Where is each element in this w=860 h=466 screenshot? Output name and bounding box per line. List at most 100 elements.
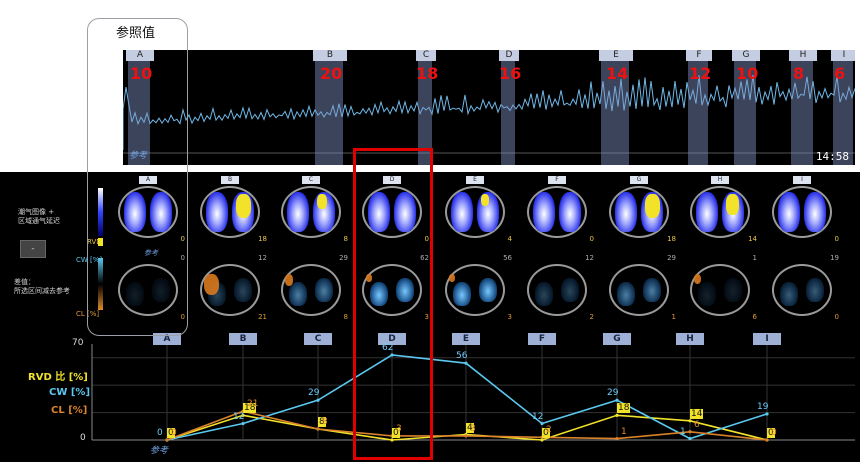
label-cl-c: 8 [322, 417, 328, 428]
tidal-image-b[interactable]: B 18 [192, 174, 268, 244]
label-cw-e: 56 [456, 351, 468, 362]
cl-region [366, 274, 372, 283]
lung-left [287, 192, 309, 232]
phase-tab-d[interactable]: D [499, 50, 519, 61]
point-cl-e [464, 434, 468, 438]
cw-value: 29 [339, 254, 348, 262]
lung-left [124, 192, 146, 232]
tidal-image-e[interactable]: E4 [437, 174, 513, 244]
impedance-trace-panel[interactable]: A 10 B 20 C 18 D 16 E 14 F 12 G 10 H 8 I 6 参考 14:58 [123, 50, 855, 165]
phase-tab-c[interactable]: C [416, 50, 436, 61]
rvd-value: 4 [507, 235, 512, 243]
difference-image-e[interactable]: 56 3 [437, 252, 513, 322]
rvd-region [481, 194, 489, 206]
point-rvd-g [615, 413, 619, 417]
phase-tab-f[interactable]: F [686, 50, 712, 61]
x-tick-g[interactable]: G [603, 333, 631, 345]
cl-region [694, 274, 701, 285]
difference-image-b[interactable]: 12 21 [192, 252, 268, 322]
point-cl-g [615, 437, 619, 441]
rvd-value: 8 [343, 235, 348, 243]
image-tab-c: C [302, 176, 320, 184]
tidal-image-d[interactable]: D0 [354, 174, 430, 244]
phase-tab-i[interactable]: I [831, 50, 855, 61]
cl-region [204, 274, 219, 295]
phase-tab-g[interactable]: G [732, 50, 760, 61]
x-tick-a[interactable]: A [153, 333, 181, 345]
image-tab-g: G [630, 176, 648, 184]
chart-plot-area [91, 344, 855, 442]
point-cw-f [540, 421, 544, 426]
point-cl-h [688, 430, 692, 434]
tidal-image-i[interactable]: I0 [764, 174, 840, 244]
cw-value: 62 [420, 254, 429, 262]
x-tick-b[interactable]: B [229, 333, 257, 345]
rvd-region [726, 194, 739, 215]
label-rvd-h: 14 [690, 408, 704, 419]
minus-button[interactable]: - [20, 240, 46, 258]
tidal-image-a[interactable]: A0 [110, 174, 186, 244]
x-tick-e[interactable]: E [452, 333, 480, 345]
cl-value: 21 [258, 313, 267, 321]
difference-image-a[interactable]: 00 [110, 252, 186, 322]
tidal-image-label: 潮气图像 + 区域通气延迟 [18, 208, 60, 225]
rvd-value: 14 [748, 235, 757, 243]
phase-value-e: 14 [606, 64, 629, 83]
cl-value: 3 [507, 313, 512, 321]
cl-region [449, 274, 455, 283]
cw-value: 19 [830, 254, 839, 262]
image-tab-h: H [711, 176, 729, 184]
difference-image-c[interactable]: 29 8 [273, 252, 349, 322]
difference-image-i[interactable]: 19 0 [764, 252, 840, 322]
cw-region [479, 278, 497, 302]
label-rvd-g: 18 [617, 403, 631, 414]
x-tick-c[interactable]: C [304, 333, 332, 345]
point-cw-h [688, 437, 692, 441]
cw-region [453, 282, 471, 306]
eit-image-panel: 潮气图像 + 区域通气延迟 - 差值： 所选区间减去参考 RVD CW [%] … [0, 172, 860, 338]
label-cw-h: 1 [680, 426, 686, 437]
lung-left [778, 192, 800, 232]
label-cl-e: 3 [470, 423, 476, 434]
difference-image-d[interactable]: 62 3 [354, 252, 430, 322]
image-tab-e: E [466, 176, 484, 184]
reference-marker: 参考 [129, 151, 148, 161]
lung-left [206, 192, 228, 232]
x-tick-i[interactable]: I [753, 333, 781, 345]
cw-region [234, 278, 252, 302]
phase-tab-h[interactable]: H [789, 50, 817, 61]
point-cw-e [464, 361, 468, 365]
rvd-value: 18 [667, 235, 676, 243]
x-tick-f[interactable]: F [528, 333, 556, 345]
tidal-image-g[interactable]: G 18 [601, 174, 677, 244]
cw-region [617, 282, 635, 306]
cl-value: 1 [671, 313, 676, 321]
difference-image-g[interactable]: 29 1 [601, 252, 677, 322]
difference-label: 差值： 所选区间减去参考 [14, 278, 70, 295]
phase-tab-a[interactable]: A [126, 50, 154, 61]
tidal-image-f[interactable]: F0 [519, 174, 595, 244]
lung-left [533, 192, 555, 232]
phase-tab-e[interactable]: E [599, 50, 633, 61]
cw-color-scale [98, 258, 103, 284]
difference-image-f[interactable]: 12 2 [519, 252, 595, 322]
tidal-image-c[interactable]: C8 [273, 174, 349, 244]
cw-region [806, 278, 824, 302]
tidal-image-h[interactable]: H 14 [682, 174, 758, 244]
lung-left [615, 192, 637, 232]
cw-region [724, 278, 742, 302]
phase-tab-b[interactable]: B [313, 50, 347, 61]
lung-right [804, 192, 826, 232]
x-tick-h[interactable]: H [676, 333, 704, 345]
cw-region [561, 278, 579, 302]
cw-region [535, 282, 553, 306]
cl-value: 0 [834, 313, 839, 321]
point-cw-d [390, 353, 394, 357]
label-cl-f: 2 [546, 425, 552, 436]
cl-value: 0 [180, 313, 185, 321]
rvd-region [317, 194, 327, 210]
difference-image-h[interactable]: 16 [682, 252, 758, 322]
image-tab-a: A [139, 176, 157, 184]
label-cl-h: 6 [694, 419, 700, 430]
cw-value: 29 [667, 254, 676, 262]
